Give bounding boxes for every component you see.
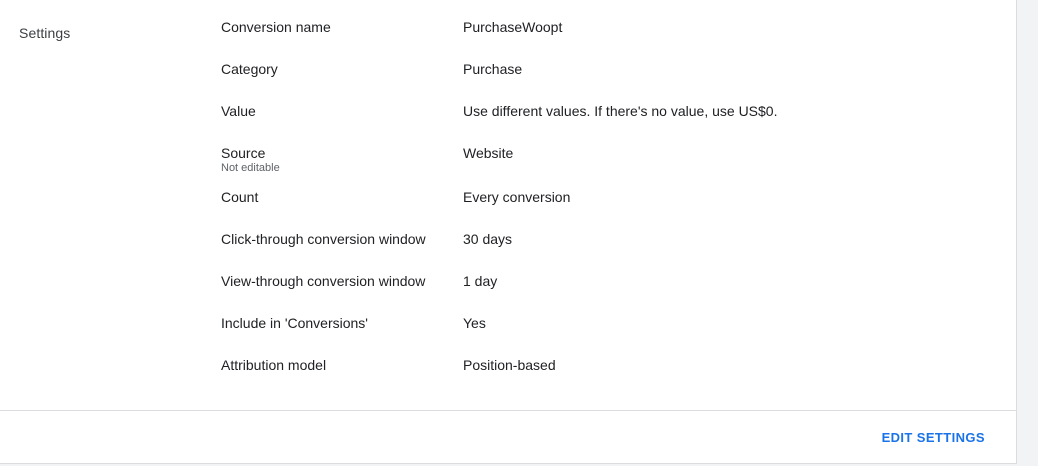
setting-value: Every conversion [463,189,571,205]
settings-list: Conversion name PurchaseWoopt Category P… [221,18,1001,398]
setting-label: Count [221,189,259,205]
settings-row-view-through-window: View-through conversion window 1 day [221,272,1001,314]
settings-row-attribution-model: Attribution model Position-based [221,356,1001,398]
setting-value: Website [463,145,514,161]
settings-card: Settings Conversion name PurchaseWoopt C… [0,0,1017,464]
settings-row-click-through-window: Click-through conversion window 30 days [221,230,1001,272]
setting-sublabel: Not editable [221,162,280,174]
setting-label: Value [221,103,256,119]
setting-value: 1 day [463,273,498,289]
footer-divider [0,410,1016,411]
settings-row-source: Source Not editable Website [221,144,1001,188]
setting-label: Attribution model [221,357,327,373]
setting-value: 30 days [463,231,513,247]
setting-value: Yes [463,315,486,331]
setting-label: Include in 'Conversions' [221,315,368,331]
setting-label: Source [221,145,266,161]
setting-value: Use different values. If there's no valu… [463,103,778,119]
setting-label: Conversion name [221,19,331,35]
settings-row-category: Category Purchase [221,60,1001,102]
setting-value: Position-based [463,357,556,373]
section-title: Settings [19,25,71,41]
setting-label: Category [221,61,278,77]
settings-row-include-in-conversions: Include in 'Conversions' Yes [221,314,1001,356]
setting-label: Click-through conversion window [221,231,426,247]
settings-row-value: Value Use different values. If there's n… [221,102,1001,144]
settings-row-conversion-name: Conversion name PurchaseWoopt [221,18,1001,60]
page-background-gutter [1017,0,1038,466]
setting-value: PurchaseWoopt [463,19,563,35]
setting-value: Purchase [463,61,523,77]
setting-label: View-through conversion window [221,273,426,289]
edit-settings-button[interactable]: EDIT SETTINGS [882,428,985,447]
settings-row-count: Count Every conversion [221,188,1001,230]
